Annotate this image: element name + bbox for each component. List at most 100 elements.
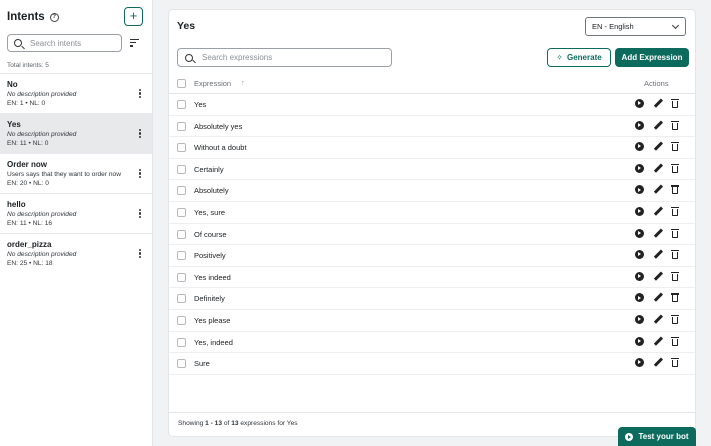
play-icon[interactable] (635, 142, 645, 152)
play-icon[interactable] (635, 206, 645, 217)
play-icon[interactable] (635, 250, 645, 260)
play-icon[interactable] (635, 228, 645, 239)
expression-text: Positively (194, 251, 226, 261)
add-intent-button[interactable]: + (124, 7, 143, 26)
row-checkbox[interactable] (177, 315, 186, 325)
table-row: Positively (169, 245, 695, 267)
edit-icon[interactable] (653, 249, 663, 260)
edit-icon[interactable] (653, 184, 663, 195)
language-select[interactable]: EN - English (585, 17, 686, 36)
more-options-icon[interactable] (139, 89, 142, 98)
column-header-expression[interactable]: Expression (194, 79, 231, 88)
play-icon[interactable] (635, 99, 645, 109)
row-checkbox[interactable] (177, 186, 186, 196)
help-icon[interactable]: ? (49, 12, 59, 22)
generate-label: Generate (567, 53, 602, 62)
trash-icon[interactable] (671, 293, 681, 303)
intent-search-input[interactable]: Search intents (7, 34, 122, 52)
play-icon[interactable] (635, 358, 645, 368)
trash-icon[interactable] (671, 336, 681, 347)
generate-button[interactable]: ✧ Generate (547, 48, 611, 67)
intent-item-hello[interactable]: hello No description provided EN: 11 • N… (0, 193, 152, 233)
expression-table-body: Yes Absolutely yes Without a doubt Certainl… (169, 94, 695, 375)
trash-icon[interactable] (671, 206, 681, 217)
pagination-summary: Showing 1 - 13 of 13 expressions for Yes (178, 420, 298, 427)
play-icon[interactable] (635, 314, 645, 325)
row-checkbox[interactable] (177, 143, 186, 153)
table-row: Yes (169, 94, 695, 116)
add-expression-button[interactable]: Add Expression (615, 48, 689, 67)
trash-icon[interactable] (671, 271, 681, 282)
trash-icon[interactable] (671, 314, 681, 325)
edit-icon[interactable] (653, 357, 663, 368)
row-checkbox[interactable] (177, 207, 186, 217)
row-checkbox[interactable] (177, 337, 186, 347)
intent-item-yes[interactable]: Yes No description provided EN: 11 • NL:… (0, 113, 152, 153)
table-row: Yes please (169, 310, 695, 332)
edit-icon[interactable] (653, 292, 663, 303)
row-checkbox[interactable] (177, 100, 186, 109)
trash-icon[interactable] (671, 99, 681, 109)
trash-icon[interactable] (671, 142, 681, 152)
row-checkbox[interactable] (177, 164, 186, 174)
chevron-down-icon (671, 21, 680, 30)
trash-icon[interactable] (671, 228, 681, 239)
column-header-actions: Actions (644, 79, 669, 88)
trash-icon[interactable] (671, 120, 681, 131)
play-icon[interactable] (635, 336, 645, 347)
row-checkbox[interactable] (177, 359, 186, 369)
play-icon[interactable] (635, 271, 645, 282)
sparkle-icon: ✧ (556, 53, 563, 62)
sort-ascending-icon[interactable]: ↑ (241, 78, 245, 87)
edit-icon[interactable] (653, 98, 663, 109)
sidebar-title: Intents (7, 11, 45, 23)
language-value: EN - English (592, 22, 634, 31)
intent-item-order-now[interactable]: Order now Users says that they want to o… (0, 153, 152, 193)
intent-description: No description provided (7, 211, 77, 218)
edit-icon[interactable] (653, 336, 663, 347)
row-checkbox[interactable] (177, 251, 186, 261)
intent-item-order-pizza[interactable]: order_pizza No description provided EN: … (0, 233, 152, 273)
row-checkbox[interactable] (177, 272, 186, 282)
play-icon[interactable] (635, 185, 645, 195)
edit-icon[interactable] (653, 228, 663, 239)
intent-list: No No description provided EN: 1 • NL: 0… (0, 73, 152, 273)
expression-text: Yes, sure (194, 207, 225, 217)
expression-text: Definitely (194, 294, 225, 304)
expression-search-input[interactable]: Search expressions (177, 48, 392, 67)
play-icon[interactable] (635, 120, 645, 131)
more-options-icon[interactable] (139, 249, 142, 258)
trash-icon[interactable] (671, 250, 681, 260)
more-options-icon[interactable] (139, 169, 142, 178)
trash-icon[interactable] (671, 163, 681, 174)
edit-icon[interactable] (653, 141, 663, 152)
test-your-bot-button[interactable]: Test your bot (618, 427, 696, 446)
edit-icon[interactable] (653, 314, 663, 325)
intent-search-placeholder: Search intents (30, 38, 82, 48)
trash-icon[interactable] (671, 358, 681, 368)
select-all-checkbox[interactable] (177, 79, 186, 88)
search-icon (185, 53, 193, 62)
edit-icon[interactable] (653, 206, 663, 217)
edit-icon[interactable] (653, 163, 663, 174)
page-title: Yes (177, 20, 196, 32)
table-row: Yes indeed (169, 267, 695, 289)
row-checkbox[interactable] (177, 121, 186, 131)
expression-text: Sure (194, 359, 210, 369)
intent-item-no[interactable]: No No description provided EN: 1 • NL: 0 (0, 73, 152, 113)
more-options-icon[interactable] (139, 209, 142, 218)
sort-icon[interactable] (130, 39, 139, 47)
row-checkbox[interactable] (177, 229, 186, 239)
row-checkbox[interactable] (177, 294, 186, 304)
edit-icon[interactable] (653, 120, 663, 131)
expression-text: Without a doubt (194, 143, 247, 153)
intent-name: Yes (7, 120, 21, 129)
play-icon[interactable] (635, 293, 645, 303)
expression-text: Yes indeed (194, 272, 231, 282)
play-icon[interactable] (635, 163, 645, 174)
more-options-icon[interactable] (139, 129, 142, 138)
expression-search-placeholder: Search expressions (202, 53, 273, 62)
expression-text: Absolutely yes (194, 121, 243, 131)
edit-icon[interactable] (653, 271, 663, 282)
trash-icon[interactable] (671, 185, 681, 195)
